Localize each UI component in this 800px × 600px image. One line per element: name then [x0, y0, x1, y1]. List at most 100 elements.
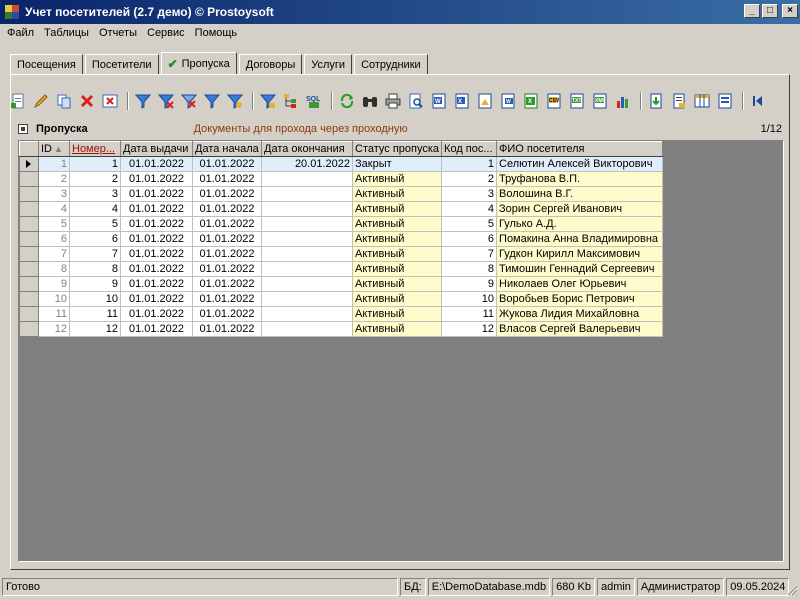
cell-status[interactable]: Активный [352, 216, 443, 232]
menu-file[interactable]: Файл [2, 27, 39, 39]
table-row[interactable]: 7 7 01.01.2022 01.01.2022 Активный 7 Гудкон Ки… [19, 246, 664, 262]
cell-visitor-name[interactable]: Жукова Лидия Михайловна [496, 306, 664, 322]
data-grid[interactable]: ID ▲ Номер... Дата выдачи Дата начала Дат… [18, 140, 784, 562]
cell-visitor-code[interactable]: 12 [441, 321, 498, 337]
filter-clear-icon[interactable] [156, 91, 176, 111]
cell-visitor-name[interactable]: Помакина Анна Владимировна [496, 231, 664, 247]
report-icon[interactable] [669, 91, 689, 111]
close-button[interactable]: × [782, 4, 798, 18]
cell-start-date[interactable]: 01.01.2022 [192, 171, 262, 187]
cell-end-date[interactable] [261, 276, 353, 292]
cell-start-date[interactable]: 01.01.2022 [192, 321, 262, 337]
cell-visitor-name[interactable]: Волошина В.Г. [496, 186, 664, 202]
cell-id[interactable]: 10 [38, 291, 70, 307]
cell-number[interactable]: 2 [69, 171, 121, 187]
resize-grip-icon[interactable] [786, 584, 798, 596]
refresh-icon[interactable] [337, 91, 357, 111]
maximize-button[interactable]: □ [762, 4, 778, 18]
table-row[interactable]: 10 10 01.01.2022 01.01.2022 Активный 10 Воробь… [19, 291, 664, 307]
cell-status[interactable]: Активный [352, 201, 443, 217]
table-row[interactable]: 12 12 01.01.2022 01.01.2022 Активный 12 Власов… [19, 321, 664, 337]
cell-id[interactable]: 5 [38, 216, 70, 232]
cell-number[interactable]: 8 [69, 261, 121, 277]
cell-visitor-name[interactable]: Гудкон Кирилл Максимович [496, 246, 664, 262]
cell-status[interactable]: Активный [352, 246, 443, 262]
cell-end-date[interactable] [261, 321, 353, 337]
column-header-start-date[interactable]: Дата начала [192, 141, 262, 157]
cell-visitor-name[interactable]: Труфанова В.П. [496, 171, 664, 187]
cell-issue-date[interactable]: 01.01.2022 [120, 261, 193, 277]
cell-status[interactable]: Активный [352, 306, 443, 322]
cell-visitor-code[interactable]: 8 [441, 261, 498, 277]
filter-settings-icon[interactable] [225, 91, 245, 111]
table-row[interactable]: 6 6 01.01.2022 01.01.2022 Активный 6 Помакина … [19, 231, 664, 247]
cell-start-date[interactable]: 01.01.2022 [192, 231, 262, 247]
export-rtf-icon[interactable]: W [498, 91, 518, 111]
cell-issue-date[interactable]: 01.01.2022 [120, 201, 193, 217]
column-header-issue-date[interactable]: Дата выдачи [120, 141, 193, 157]
cell-end-date[interactable] [261, 201, 353, 217]
row-indicator[interactable] [19, 171, 39, 187]
copy-icon[interactable] [54, 91, 74, 111]
row-indicator[interactable] [19, 201, 39, 217]
row-indicator[interactable] [19, 261, 39, 277]
cell-number[interactable]: 4 [69, 201, 121, 217]
table-row[interactable]: 9 9 01.01.2022 01.01.2022 Активный 9 Николаев … [19, 276, 664, 292]
export-image-icon[interactable] [475, 91, 495, 111]
cell-number[interactable]: 5 [69, 216, 121, 232]
cell-start-date[interactable]: 01.01.2022 [192, 306, 262, 322]
cell-issue-date[interactable]: 01.01.2022 [120, 321, 193, 337]
cell-id[interactable]: 2 [38, 171, 70, 187]
row-indicator[interactable] [19, 186, 39, 202]
menu-reports[interactable]: Отчеты [94, 27, 142, 39]
cell-visitor-code[interactable]: 9 [441, 276, 498, 292]
cell-issue-date[interactable]: 01.01.2022 [120, 246, 193, 262]
cell-number[interactable]: 3 [69, 186, 121, 202]
cell-start-date[interactable]: 01.01.2022 [192, 276, 262, 292]
table-row[interactable]: 8 8 01.01.2022 01.01.2022 Активный 8 Тимошин Г… [19, 261, 664, 277]
minimize-button[interactable]: _ [744, 4, 760, 18]
cell-number[interactable]: 11 [69, 306, 121, 322]
cell-visitor-code[interactable]: 7 [441, 246, 498, 262]
cell-visitor-code[interactable]: 2 [441, 171, 498, 187]
cell-status[interactable]: Активный [352, 171, 443, 187]
cell-visitor-name[interactable]: Николаев Олег Юрьевич [496, 276, 664, 292]
delete-table-icon[interactable] [100, 91, 120, 111]
settings-icon[interactable] [715, 91, 735, 111]
cell-start-date[interactable]: 01.01.2022 [192, 246, 262, 262]
cell-id[interactable]: 7 [38, 246, 70, 262]
cell-visitor-code[interactable]: 10 [441, 291, 498, 307]
cell-status[interactable]: Активный [352, 321, 443, 337]
row-indicator[interactable] [19, 306, 39, 322]
cell-visitor-code[interactable]: 3 [441, 186, 498, 202]
cell-status[interactable]: Активный [352, 261, 443, 277]
cell-end-date[interactable] [261, 186, 353, 202]
cell-id[interactable]: 12 [38, 321, 70, 337]
cell-visitor-code[interactable]: 5 [441, 216, 498, 232]
nav-first-icon[interactable] [748, 91, 768, 111]
cell-start-date[interactable]: 01.01.2022 [192, 156, 262, 172]
cell-start-date[interactable]: 01.01.2022 [192, 291, 262, 307]
tab-visitors[interactable]: Посетители [84, 54, 159, 74]
table-row[interactable]: 4 4 01.01.2022 01.01.2022 Активный 4 Зорин Сер… [19, 201, 664, 217]
cell-end-date[interactable] [261, 216, 353, 232]
export-excel-icon[interactable]: X [452, 91, 472, 111]
cell-start-date[interactable]: 01.01.2022 [192, 261, 262, 277]
cell-visitor-code[interactable]: 6 [441, 231, 498, 247]
table-row[interactable]: 1 1 01.01.2022 01.01.2022 20.01.2022 Закрыт 1 С… [19, 156, 664, 172]
column-header-visitor-code[interactable]: Код пос... [441, 141, 498, 157]
collapse-icon[interactable] [18, 124, 28, 134]
tree-icon[interactable] [281, 91, 301, 111]
new-document-icon[interactable] [8, 91, 28, 111]
row-indicator[interactable] [19, 216, 39, 232]
cell-status[interactable]: Активный [352, 186, 443, 202]
cell-visitor-name[interactable]: Гулько А.Д. [496, 216, 664, 232]
cell-end-date[interactable] [261, 291, 353, 307]
cell-id[interactable]: 4 [38, 201, 70, 217]
cell-issue-date[interactable]: 01.01.2022 [120, 291, 193, 307]
cell-issue-date[interactable]: 01.01.2022 [120, 231, 193, 247]
cell-number[interactable]: 1 [69, 156, 121, 172]
import-icon[interactable] [646, 91, 666, 111]
cell-visitor-name[interactable]: Селютин Алексей Викторович [496, 156, 664, 172]
cell-visitor-code[interactable]: 4 [441, 201, 498, 217]
